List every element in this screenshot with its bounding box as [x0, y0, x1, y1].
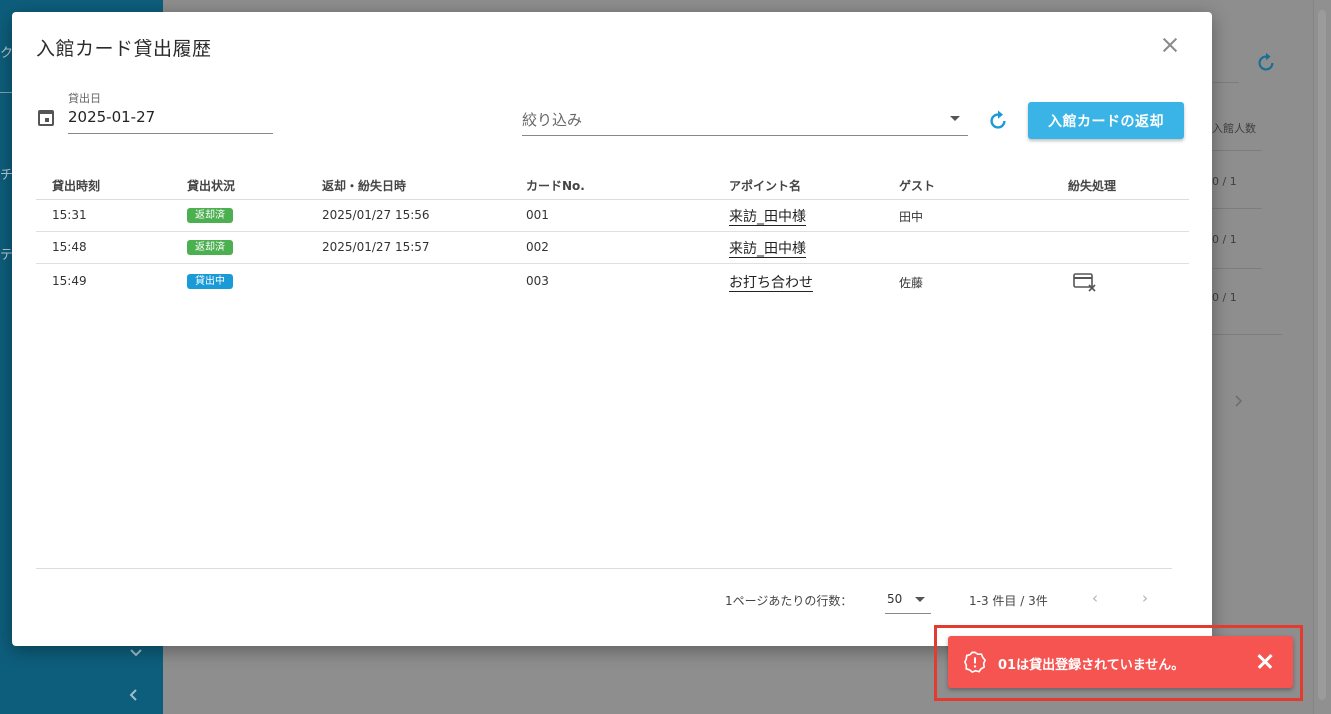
rows-per-page-value: 50 [887, 592, 903, 606]
col-header-guest[interactable]: ゲスト [899, 177, 935, 194]
table-header: 貸出時刻 貸出状況 返却・紛失日時 カードNo. アポイント名 ゲスト 紛失処理 [36, 172, 1189, 200]
date-underline [68, 133, 273, 134]
bg-refresh-icon[interactable] [1255, 52, 1277, 74]
rows-per-page-select[interactable]: 50 [885, 586, 931, 614]
dropdown-caret-icon[interactable] [950, 116, 960, 121]
col-header-card[interactable]: カードNo. [526, 177, 585, 194]
bg-row-divider [1212, 268, 1262, 269]
close-snackbar-button[interactable] [1256, 652, 1274, 670]
bg-count: 0 / 1 [1212, 175, 1237, 188]
cell-time: 15:31 [52, 208, 87, 222]
card-lost-icon[interactable] [1073, 272, 1097, 292]
card-history-dialog: 入館カード貸出履歴 貸出日 2025-01-27 絞り込み 入館カードの返却 貸… [12, 12, 1212, 646]
cell-card: 002 [526, 240, 549, 254]
appointment-link[interactable]: お打ち合わせ [729, 272, 813, 292]
refresh-icon[interactable] [987, 110, 1009, 132]
dialog-title: 入館カード貸出履歴 [36, 38, 212, 60]
filter-placeholder: 絞り込み [522, 111, 583, 129]
rows-per-page-label: 1ページあたりの行数： [725, 594, 853, 608]
footer-divider [36, 568, 1172, 569]
bg-row-divider [1212, 150, 1262, 151]
cell-guest: 佐藤 [899, 276, 924, 290]
table-row: 15:49 貸出中 003 お打ち合わせ 佐藤 [36, 264, 1189, 300]
history-table: 貸出時刻 貸出状況 返却・紛失日時 カードNo. アポイント名 ゲスト 紛失処理… [36, 172, 1189, 300]
cell-time: 15:49 [52, 274, 87, 288]
col-header-status[interactable]: 貸出状況 [187, 177, 235, 194]
table-row: 15:31 返却済 2025/01/27 15:56 001 来訪_田中様 田中 [36, 200, 1189, 232]
cell-card: 001 [526, 208, 549, 222]
return-card-button[interactable]: 入館カードの返却 [1028, 102, 1184, 139]
scrollbar-thumb[interactable] [1318, 10, 1326, 700]
status-badge: 返却済 [187, 208, 233, 223]
scrollbar[interactable] [1313, 0, 1331, 714]
chevron-down-icon[interactable] [129, 648, 143, 658]
cell-returned: 2025/01/27 15:56 [322, 208, 430, 222]
bg-column-header: 入館人数 [1212, 122, 1256, 135]
pagination-range: 1-3 件目 / 3件 [969, 594, 1048, 608]
sidebar-divider [0, 92, 12, 93]
col-header-appointment[interactable]: アポイント名 [729, 177, 801, 194]
close-dialog-button[interactable] [1159, 34, 1181, 56]
filter-select[interactable]: 絞り込み [522, 104, 968, 136]
date-label: 貸出日 [68, 92, 101, 105]
cell-guest: 田中 [899, 210, 924, 224]
bg-row-divider [1212, 208, 1262, 209]
status-badge: 貸出中 [187, 274, 233, 289]
next-page-button[interactable]: › [1137, 590, 1153, 606]
error-snackbar: 01は貸出登録されていません。 [948, 636, 1293, 688]
appointment-link[interactable]: 来訪_田中様 [729, 238, 806, 258]
bg-input-underline [1213, 82, 1239, 83]
bg-count: 0 / 1 [1212, 291, 1237, 304]
col-header-time[interactable]: 貸出時刻 [52, 177, 100, 194]
bg-row-divider [1212, 334, 1282, 335]
chevron-left-icon[interactable] [128, 688, 138, 702]
bg-count: 0 / 1 [1212, 233, 1237, 246]
table-row: 15:48 返却済 2025/01/27 15:57 002 来訪_田中様 [36, 232, 1189, 264]
col-header-returned[interactable]: 返却・紛失日時 [322, 177, 406, 194]
date-value[interactable]: 2025-01-27 [68, 108, 155, 126]
cell-card: 003 [526, 274, 549, 288]
cell-time: 15:48 [52, 240, 87, 254]
warning-icon [964, 651, 986, 673]
status-badge: 返却済 [187, 240, 233, 255]
appointment-link[interactable]: 来訪_田中様 [729, 206, 806, 226]
cell-returned: 2025/01/27 15:57 [322, 240, 430, 254]
calendar-icon[interactable] [38, 110, 54, 126]
lending-date-field[interactable]: 貸出日 2025-01-27 [36, 90, 273, 134]
chevron-right-icon[interactable] [1234, 394, 1244, 408]
snackbar-message: 01は貸出登録されていません。 [998, 658, 1185, 673]
dropdown-caret-icon[interactable] [915, 597, 925, 602]
col-header-lost: 紛失処理 [1068, 179, 1117, 193]
prev-page-button[interactable]: ‹ [1087, 590, 1103, 606]
